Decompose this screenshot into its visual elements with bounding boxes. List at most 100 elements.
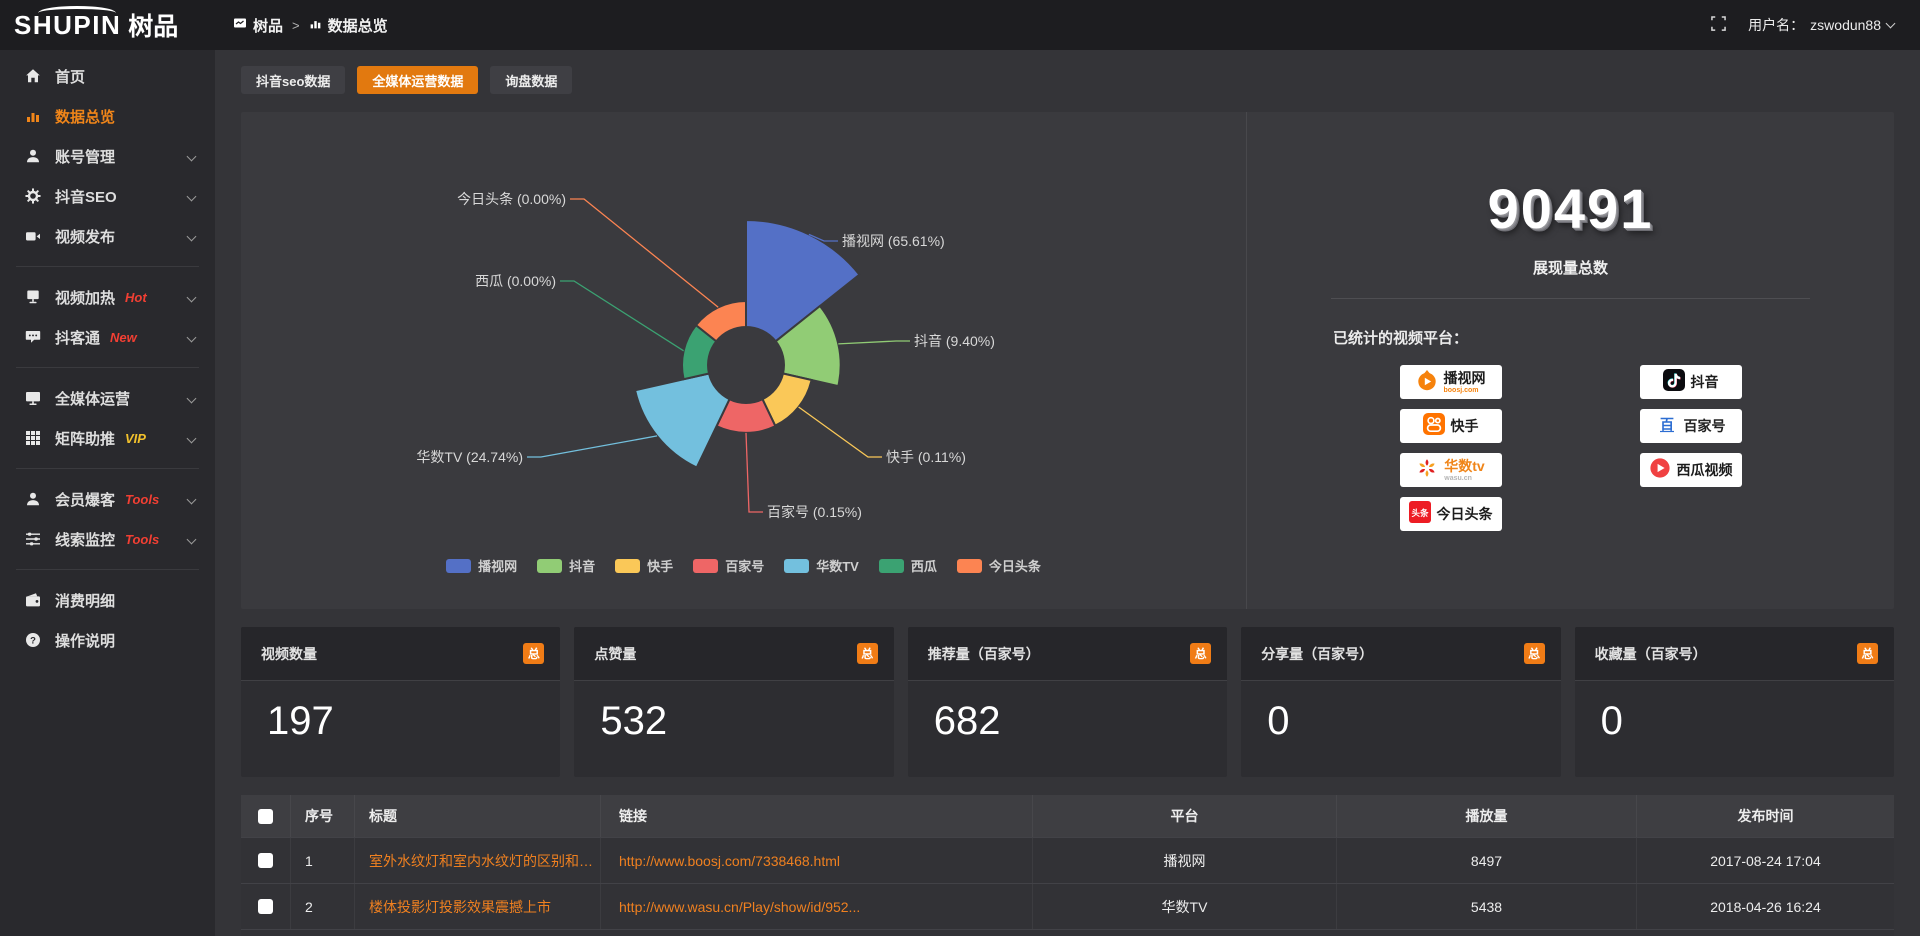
platform-badge-douyin[interactable]: 抖音 [1640,365,1742,399]
toutiao-logo: 头条 [1409,501,1431,528]
sidebar-item-badge: New [110,330,137,345]
legend-item-3[interactable]: 百家号 [693,556,764,575]
boosj-logo [1416,369,1438,396]
pie-label-5: 西瓜 (0.00%) [475,273,556,289]
summary-panel: 90491 展现量总数 已统计的视频平台： 播视网boosj.com 快手 华数… [1246,112,1894,609]
wasu-logo [1416,457,1438,484]
pie-label-1: 抖音 (9.40%) [914,333,995,349]
sidebar-item-consume-detail[interactable]: 消费明细 [0,580,215,620]
topbar-right: 用户名： zswodun88 [1711,15,1920,35]
legend-item-6[interactable]: 今日头条 [957,556,1041,575]
document-icon [233,16,247,34]
svg-text:头条: 头条 [1411,507,1429,517]
stat-card-header: 视频数量 总 [241,627,560,681]
sidebar-item-douketong[interactable]: 抖客通New [0,317,215,357]
legend-item-4[interactable]: 华数TV [784,556,859,575]
platform-badge-baijiahao[interactable]: 百 百家号 [1640,409,1742,443]
total-badge[interactable]: 总 [1857,643,1878,664]
sidebar-item-member-baoke[interactable]: 会员爆客Tools [0,479,215,519]
sidebar-divider [16,468,199,469]
breadcrumb-root-label: 树品 [253,15,283,36]
layout: 首页 数据总览 账号管理 抖音SEO 视频发布 视频加热Hot 抖客通New 全… [0,50,1920,936]
summary-divider [1331,298,1810,299]
stat-card-2: 推荐量（百家号） 总 682 [908,627,1227,777]
user-name: zswodun88 [1810,17,1881,33]
row-plays: 5438 [1337,884,1637,929]
total-badge[interactable]: 总 [1190,643,1211,664]
tab-media-operation-data[interactable]: 全媒体运营数据 [357,66,478,94]
fullscreen-icon[interactable] [1711,16,1726,34]
sidebar-item-data-overview[interactable]: 数据总览 [0,96,215,136]
row-checkbox[interactable] [258,853,273,868]
sidebar-item-media-operation[interactable]: 全媒体运营 [0,378,215,418]
row-time: 2017-08-24 17:04 [1637,838,1894,883]
chevron-down-icon [187,495,197,505]
row-time: 2018-04-26 16:24 [1637,884,1894,929]
wallet-icon [24,592,41,609]
sidebar-item-badge: Tools [125,492,159,507]
stat-card-title: 分享量（百家号） [1261,644,1373,664]
row-checkbox[interactable] [258,899,273,914]
rose-chart: 播视网 (65.61%)抖音 (9.40%)快手 (0.11%)百家号 (0.1… [241,112,1246,609]
sidebar-item-douyin-seo[interactable]: 抖音SEO [0,176,215,216]
platform-sub: wasu.cn [1444,475,1472,482]
data-tabs: 抖音seo数据全媒体运营数据询盘数据 [241,66,1894,94]
table-header: 序号标题链接平台播放量发布时间 [241,795,1894,837]
row-link-cell: http://www.wasu.cn/Play/show/id/952... [601,884,1033,929]
video-url-link[interactable]: http://www.boosj.com/7338468.html [619,838,840,884]
sidebar-item-video-publish[interactable]: 视频发布 [0,216,215,256]
video-title-link[interactable]: 楼体投影灯投影效果震撼上市 [369,884,551,930]
legend-item-5[interactable]: 西瓜 [879,556,937,575]
tab-douyin-seo-data[interactable]: 抖音seo数据 [241,66,345,94]
xigua-logo [1649,457,1671,484]
stat-card-1: 点赞量 总 532 [574,627,893,777]
select-all-checkbox[interactable] [258,809,273,824]
pie-slice-4[interactable] [635,374,729,468]
platform-badge-boosj[interactable]: 播视网boosj.com [1400,365,1502,399]
user-menu[interactable]: 用户名： zswodun88 [1748,15,1894,35]
video-url-link[interactable]: http://www.wasu.cn/Play/show/id/952... [619,884,860,930]
legend-label: 抖音 [569,556,595,575]
sidebar-item-video-heat[interactable]: 视频加热Hot [0,277,215,317]
platform-badges: 播视网boosj.com 快手 华数tvwasu.cn 头条 今日头条 抖音 百… [1247,360,1894,536]
sidebar-divider [16,266,199,267]
legend-item-0[interactable]: 播视网 [446,556,517,575]
sidebar-item-matrix-boost[interactable]: 矩阵助推VIP [0,418,215,458]
breadcrumb-current[interactable]: 数据总览 [309,15,388,36]
sidebar: 首页 数据总览 账号管理 抖音SEO 视频发布 视频加热Hot 抖客通New 全… [0,50,215,936]
breadcrumb-root[interactable]: 树品 [233,15,283,36]
legend-swatch [537,559,562,573]
pie-label-line-1 [838,341,910,344]
platform-name: 抖音 [1691,375,1719,389]
pie-label-3: 百家号 (0.15%) [767,504,862,520]
stat-card-header: 收藏量（百家号） 总 [1575,627,1894,681]
platform-badge-wasu[interactable]: 华数tvwasu.cn [1400,453,1502,487]
logo-arc [38,6,116,20]
chart-legend: 播视网 抖音 快手 百家号 华数TV 西瓜 今日头条 [241,556,1246,575]
total-badge[interactable]: 总 [523,643,544,664]
legend-item-2[interactable]: 快手 [615,556,673,575]
chevron-down-icon [187,232,197,242]
legend-item-1[interactable]: 抖音 [537,556,595,575]
sidebar-item-home[interactable]: 首页 [0,56,215,96]
video-title-link[interactable]: 室外水纹灯和室内水纹灯的区别和简介 [369,838,596,884]
sidebar-item-account-management[interactable]: 账号管理 [0,136,215,176]
total-badge[interactable]: 总 [857,643,878,664]
gear-icon [24,188,41,205]
sidebar-item-operation-guide[interactable]: ? 操作说明 [0,620,215,660]
sidebar-item-label: 矩阵助推 [55,428,115,449]
platform-badge-xigua[interactable]: 西瓜视频 [1640,453,1742,487]
platform-badge-toutiao[interactable]: 头条 今日头条 [1400,497,1502,531]
row-title-cell: 室外水纹灯和室内水纹灯的区别和简介 [355,838,601,883]
sidebar-item-label: 视频发布 [55,226,115,247]
table-row[interactable]: 1 室外水纹灯和室内水纹灯的区别和简介 http://www.boosj.com… [241,837,1894,883]
row-title-cell: 楼体投影灯投影效果震撼上市 [355,884,601,929]
sidebar-item-clue-monitor[interactable]: 线索监控Tools [0,519,215,559]
table-row-partial [241,929,1894,936]
tab-inquiry-data[interactable]: 询盘数据 [490,66,572,94]
platform-badge-kuaishou[interactable]: 快手 [1400,409,1502,443]
stat-card-value: 0 [1575,681,1894,744]
baijiahao-logo: 百 [1656,413,1678,440]
total-badge[interactable]: 总 [1524,643,1545,664]
table-row[interactable]: 2 楼体投影灯投影效果震撼上市 http://www.wasu.cn/Play/… [241,883,1894,929]
